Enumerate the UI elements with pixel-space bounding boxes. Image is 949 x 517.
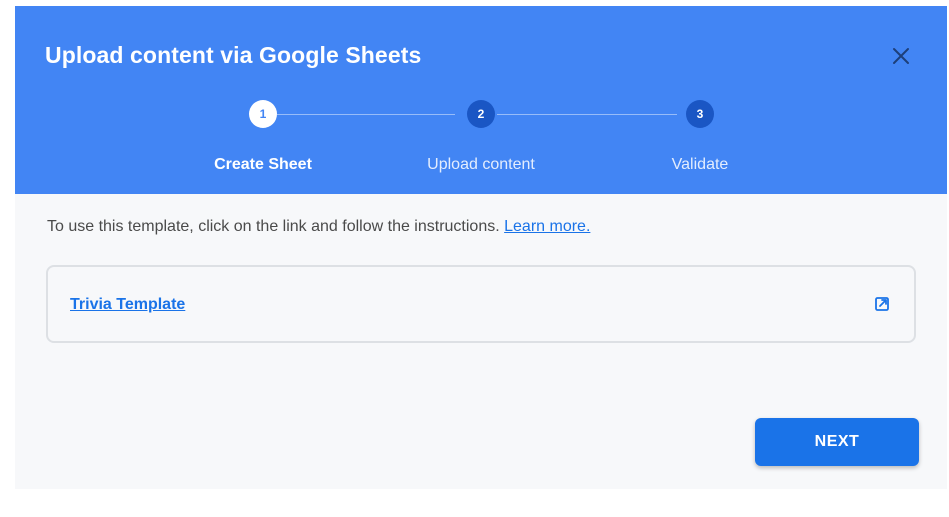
step-3-indicator: 3 bbox=[686, 100, 714, 128]
external-link-icon[interactable] bbox=[874, 296, 890, 312]
instructions-label: To use this template, click on the link … bbox=[47, 218, 500, 235]
step-1-label: Create Sheet bbox=[214, 156, 312, 173]
learn-more-link[interactable]: Learn more. bbox=[504, 218, 590, 235]
instructions-text: To use this template, click on the link … bbox=[47, 218, 590, 236]
next-button[interactable]: NEXT bbox=[755, 418, 919, 466]
trivia-template-link[interactable]: Trivia Template bbox=[70, 296, 185, 314]
step-connector bbox=[277, 114, 455, 115]
step-connector bbox=[497, 114, 677, 115]
stepper: 1 2 3 Create Sheet Upload content Valida… bbox=[15, 6, 947, 194]
step-2-label: Upload content bbox=[427, 156, 535, 173]
step-2-indicator: 2 bbox=[467, 100, 495, 128]
upload-dialog: Upload content via Google Sheets 1 2 3 C… bbox=[15, 6, 947, 489]
template-card: Trivia Template bbox=[46, 265, 916, 343]
dialog-header: Upload content via Google Sheets 1 2 3 C… bbox=[15, 6, 947, 194]
step-3-label: Validate bbox=[671, 156, 729, 173]
step-1-indicator: 1 bbox=[249, 100, 277, 128]
